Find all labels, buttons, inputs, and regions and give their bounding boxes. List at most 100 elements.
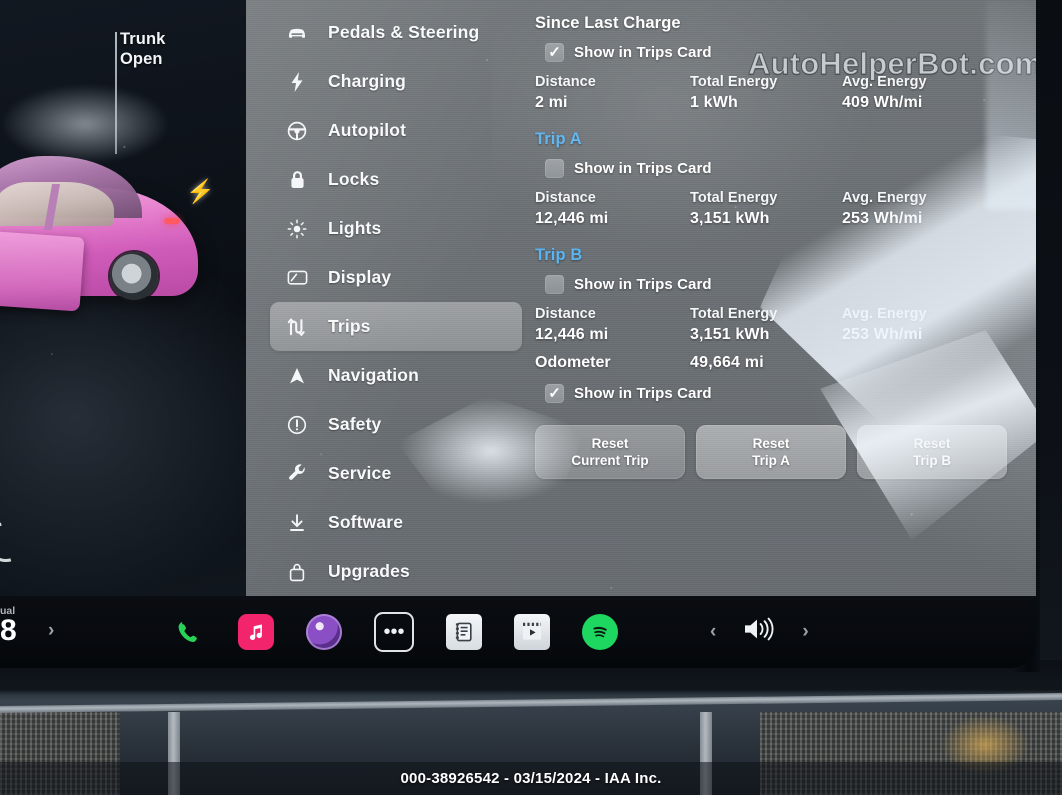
sidebar-item-upgrades[interactable]: Upgrades <box>270 547 510 596</box>
button-line2: Trip A <box>752 453 790 468</box>
show-in-trips-card-toggle-a[interactable]: ✓ Show in Trips Card <box>545 159 1025 178</box>
app-launcher-row: ••• <box>170 596 618 668</box>
odometer-value: 49,664 mi <box>690 354 764 371</box>
show-in-trips-card-toggle-odometer[interactable]: ✓ Show in Trips Card <box>545 384 1025 403</box>
trip-stats-row: Distance 2 mi Total Energy 1 kWh Avg. En… <box>535 74 1025 112</box>
trunk-callout-line <box>115 32 117 154</box>
checkbox[interactable]: ✓ <box>545 275 564 294</box>
center-touchscreen: Trunk Open ⚡ Pedals & Steering Charging … <box>0 0 1036 668</box>
sidebar-item-trips[interactable]: Trips <box>270 302 522 351</box>
stat-label: Total Energy <box>690 190 778 206</box>
volume-prev-chevron-icon[interactable]: ‹ <box>710 621 716 643</box>
stat-value: 253 Wh/mi <box>842 210 923 227</box>
reset-current-trip-button[interactable]: Reset Current Trip <box>535 425 685 479</box>
more-apps-icon[interactable]: ••• <box>374 612 414 652</box>
brightness-icon <box>282 219 312 239</box>
sidebar-item-label: Navigation <box>328 365 419 385</box>
button-line1: Reset <box>913 435 951 451</box>
warning-circle-icon <box>282 415 312 435</box>
stat-value: 1 kWh <box>690 94 738 111</box>
section-title-trip-a[interactable]: Trip A <box>535 130 1025 149</box>
sidebar-item-label: Display <box>328 267 392 287</box>
reset-trip-b-button[interactable]: Reset Trip B <box>857 425 1007 479</box>
sidebar-item-display[interactable]: Display <box>270 253 510 302</box>
stat-label: Distance <box>535 306 596 322</box>
stat-value: 3,151 kWh <box>690 326 770 343</box>
stat-value: 12,446 mi <box>535 210 609 227</box>
button-line1: Reset <box>591 435 629 451</box>
sidebar-item-service[interactable]: Service <box>270 449 510 498</box>
checkbox[interactable]: ✓ <box>545 43 564 62</box>
sidebar-item-safety[interactable]: Safety <box>270 400 510 449</box>
climate-expand-chevron-icon[interactable]: › <box>48 620 54 642</box>
taskbar: ual 8 › ••• ‹ › <box>0 596 1036 668</box>
camera-app-icon[interactable] <box>306 614 342 650</box>
spotify-app-icon[interactable] <box>582 614 618 650</box>
calendar-app-icon[interactable] <box>446 614 482 650</box>
checkbox-label: Show in Trips Card <box>574 160 712 177</box>
trips-content: Since Last Charge ✓ Show in Trips Card D… <box>535 14 1025 479</box>
car-wheel <box>110 252 158 300</box>
stat-total-energy: Total Energy 3,151 kWh <box>690 190 842 228</box>
trip-stats-row: Distance 12,446 mi Total Energy 3,151 kW… <box>535 190 1025 228</box>
trip-section-since-last-charge: Since Last Charge ✓ Show in Trips Card D… <box>535 14 1025 112</box>
stat-avg-energy: Avg. Energy 253 Wh/mi <box>842 306 1012 344</box>
sidebar-item-label: Trips <box>328 316 371 336</box>
music-app-icon[interactable] <box>238 614 274 650</box>
checkbox-label: Show in Trips Card <box>574 385 712 402</box>
stat-total-energy: Total Energy 1 kWh <box>690 74 842 112</box>
lock-icon <box>282 170 312 190</box>
sidebar-item-label: Service <box>328 463 392 483</box>
stat-value: 12,446 mi <box>535 326 609 343</box>
show-in-trips-card-toggle[interactable]: ✓ Show in Trips Card <box>545 43 1025 62</box>
odometer-row: Odometer 49,664 mi <box>535 354 1025 372</box>
temperature-display: 8 <box>0 614 18 647</box>
car-visualization-panel[interactable]: Trunk Open ⚡ <box>0 0 246 596</box>
steering-wheel-icon <box>282 121 312 141</box>
section-title-trip-b[interactable]: Trip B <box>535 246 1025 265</box>
reset-trip-a-button[interactable]: Reset Trip A <box>696 425 846 479</box>
show-in-trips-card-toggle-b[interactable]: ✓ Show in Trips Card <box>545 275 1025 294</box>
stat-label: Distance <box>535 190 596 206</box>
sidebar-item-pedals-steering[interactable]: Pedals & Steering <box>270 8 510 57</box>
checkmark-icon: ✓ <box>548 44 561 61</box>
sidebar-item-label: Upgrades <box>328 561 410 581</box>
stat-label: Avg. Energy <box>842 190 927 206</box>
checkbox[interactable]: ✓ <box>545 384 564 403</box>
trunk-alert-line1: Trunk <box>120 30 166 48</box>
phone-app-icon[interactable] <box>170 614 206 650</box>
car-door-open <box>0 230 85 312</box>
stat-label: Total Energy <box>690 306 778 322</box>
trip-section-trip-b: Trip B ✓ Show in Trips Card Distance 12,… <box>535 246 1025 344</box>
sidebar-item-locks[interactable]: Locks <box>270 155 510 204</box>
odometer-label: Odometer <box>535 354 611 371</box>
sidebar-item-lights[interactable]: Lights <box>270 204 510 253</box>
stat-label: Total Energy <box>690 74 778 90</box>
stat-avg-energy: Avg. Energy 253 Wh/mi <box>842 190 1012 228</box>
trip-section-trip-a: Trip A ✓ Show in Trips Card Distance 12,… <box>535 130 1025 228</box>
stat-label: Avg. Energy <box>842 306 927 322</box>
sidebar-item-label: Charging <box>328 71 407 91</box>
video-app-icon[interactable] <box>514 614 550 650</box>
climate-control-area[interactable]: ual 8 › <box>0 596 120 668</box>
sidebar-item-label: Locks <box>328 169 380 189</box>
car-taillight <box>164 218 180 224</box>
wrench-icon <box>282 463 312 484</box>
section-title: Since Last Charge <box>535 14 681 32</box>
sidebar-item-navigation[interactable]: Navigation <box>270 351 510 400</box>
checkbox-label: Show in Trips Card <box>574 276 712 293</box>
checkbox[interactable]: ✓ <box>545 159 564 178</box>
stat-value: 3,151 kWh <box>690 210 770 227</box>
volume-next-chevron-icon[interactable]: › <box>802 621 808 643</box>
shopping-bag-icon <box>282 562 312 582</box>
trip-stats-row: Distance 12,446 mi Total Energy 3,151 kW… <box>535 306 1025 344</box>
bolt-icon <box>282 71 312 92</box>
volume-icon[interactable] <box>742 616 776 648</box>
sidebar-item-label: Pedals & Steering <box>328 22 480 42</box>
sidebar-item-charging[interactable]: Charging <box>270 57 510 106</box>
navigation-arrow-icon <box>282 366 312 386</box>
stat-total-energy: Total Energy 3,151 kWh <box>690 306 842 344</box>
sidebar-item-label: Safety <box>328 414 382 434</box>
sidebar-item-autopilot[interactable]: Autopilot <box>270 106 510 155</box>
sidebar-item-software[interactable]: Software <box>270 498 510 547</box>
